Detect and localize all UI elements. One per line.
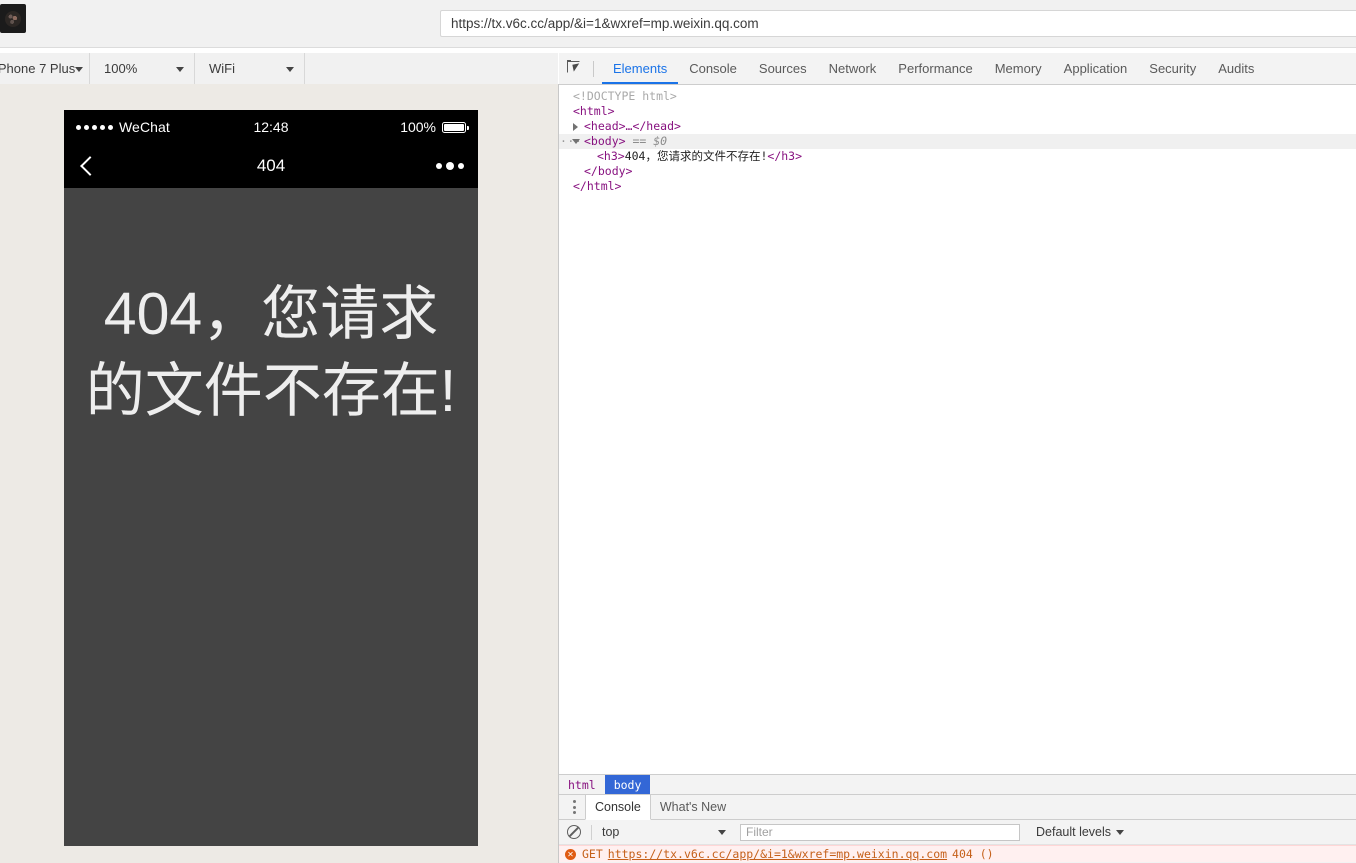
tab-security[interactable]: Security bbox=[1138, 53, 1207, 84]
dom-head-collapsed: <head>…</head> bbox=[584, 119, 681, 133]
status-bar-right: 100% bbox=[400, 119, 469, 135]
phone-page-body: 404，您请求的文件不存在! bbox=[64, 188, 478, 846]
battery-icon bbox=[442, 121, 469, 133]
dom-row[interactable]: </html> bbox=[559, 179, 1356, 194]
chevron-down-icon bbox=[75, 66, 83, 72]
dom-html-close: </html> bbox=[573, 179, 622, 193]
dom-row[interactable]: <html> bbox=[559, 104, 1356, 119]
phone-nav-bar: 404 bbox=[64, 144, 478, 188]
dom-body-marker: == $0 bbox=[632, 134, 668, 148]
console-error-url[interactable]: https://tx.v6c.cc/app/&i=1&wxref=mp.weix… bbox=[608, 847, 947, 861]
drawer-tab-console[interactable]: Console bbox=[585, 795, 651, 820]
dom-row[interactable]: <h3>404，您请求的文件不存在!</h3> bbox=[559, 149, 1356, 164]
dom-tree: <!DOCTYPE html> <html> <head>…</head> ··… bbox=[559, 85, 1356, 763]
chevron-down-icon bbox=[176, 66, 184, 72]
device-toolbar-spacer bbox=[305, 53, 558, 84]
inspect-element-icon[interactable] bbox=[566, 60, 585, 77]
console-error-status: 404 () bbox=[952, 847, 994, 861]
tab-console[interactable]: Console bbox=[678, 53, 748, 84]
console-context-label: top bbox=[602, 825, 620, 839]
chevron-down-icon bbox=[286, 66, 294, 72]
tab-elements[interactable]: Elements bbox=[602, 53, 679, 84]
tab-network[interactable]: Network bbox=[818, 53, 888, 84]
dom-row[interactable]: <head>…</head> bbox=[559, 119, 1356, 134]
page-title: 404 bbox=[256, 156, 286, 175]
console-error-method: GET bbox=[582, 847, 603, 861]
more-options-icon[interactable] bbox=[563, 795, 585, 819]
battery-percent-label: 100% bbox=[400, 119, 436, 135]
toolbar-divider bbox=[591, 824, 592, 840]
device-select-label: iPhone 7 Plus bbox=[0, 61, 76, 76]
error-icon: ✕ bbox=[565, 848, 576, 860]
tab-memory[interactable]: Memory bbox=[984, 53, 1053, 84]
more-menu-icon[interactable] bbox=[436, 162, 464, 170]
tab-sources[interactable]: Sources bbox=[748, 53, 818, 84]
zoom-select[interactable]: 100% bbox=[90, 53, 195, 84]
dom-body-open: <body> bbox=[584, 134, 626, 148]
site-favicon bbox=[0, 4, 26, 33]
console-levels-select[interactable]: Default levels bbox=[1036, 825, 1125, 839]
phone-viewport: WeChat 12:48 100% 404 404，您请求的文件不存在! bbox=[64, 110, 478, 846]
error-heading: 404，您请求的文件不存在! bbox=[85, 281, 457, 424]
tab-audits[interactable]: Audits bbox=[1207, 53, 1265, 84]
browser-toolbar: https://tx.v6c.cc/app/&i=1&wxref=mp.weix… bbox=[0, 0, 1356, 48]
address-bar[interactable]: https://tx.v6c.cc/app/&i=1&wxref=mp.weix… bbox=[440, 10, 1356, 37]
network-throttle-label: WiFi bbox=[209, 61, 235, 76]
screen-root: https://tx.v6c.cc/app/&i=1&wxref=mp.weix… bbox=[0, 0, 1356, 863]
devtools-panel: Elements Console Sources Network Perform… bbox=[559, 53, 1356, 863]
dom-h3-close: </h3> bbox=[767, 149, 803, 163]
console-filter-placeholder: Filter bbox=[746, 825, 773, 839]
address-bar-url: https://tx.v6c.cc/app/&i=1&wxref=mp.weix… bbox=[451, 16, 759, 31]
breadcrumb: html body bbox=[559, 774, 1356, 795]
drawer-tab-whats-new[interactable]: What's New bbox=[651, 795, 735, 819]
dom-html-open: <html> bbox=[573, 104, 615, 118]
devtools-drawer: Console What's New top Filter Default le… bbox=[559, 794, 1356, 863]
chevron-down-icon bbox=[1116, 829, 1125, 835]
tab-performance[interactable]: Performance bbox=[887, 53, 983, 84]
breadcrumb-item-body[interactable]: body bbox=[604, 775, 651, 795]
favicon-glyph bbox=[5, 10, 21, 27]
clear-console-icon[interactable] bbox=[567, 825, 581, 839]
console-filter-input[interactable]: Filter bbox=[740, 823, 1020, 841]
dom-h3-text: 404，您请求的文件不存在! bbox=[624, 149, 768, 163]
console-error-row[interactable]: ✕ GET https://tx.v6c.cc/app/&i=1&wxref=m… bbox=[559, 845, 1356, 862]
device-emulation-toolbar: iPhone 7 Plus 100% WiFi bbox=[0, 53, 558, 85]
device-select[interactable]: iPhone 7 Plus bbox=[0, 53, 90, 84]
console-levels-label: Default levels bbox=[1036, 825, 1112, 839]
network-throttle-select[interactable]: WiFi bbox=[195, 53, 305, 84]
dom-row[interactable]: <!DOCTYPE html> bbox=[559, 89, 1356, 104]
phone-status-bar: WeChat 12:48 100% bbox=[64, 110, 478, 144]
chevron-right-icon[interactable] bbox=[573, 123, 578, 131]
console-context-select[interactable]: top bbox=[602, 825, 734, 839]
dom-row[interactable]: </body> bbox=[559, 164, 1356, 179]
dom-doctype: <!DOCTYPE html> bbox=[573, 89, 677, 103]
chevron-down-icon bbox=[718, 830, 726, 835]
toolbar-divider bbox=[593, 60, 594, 77]
console-toolbar: top Filter Default levels bbox=[559, 820, 1356, 845]
breadcrumb-item-html[interactable]: html bbox=[559, 775, 605, 795]
zoom-select-label: 100% bbox=[104, 61, 138, 76]
dom-body-close: </body> bbox=[584, 164, 633, 178]
drawer-tabbar: Console What's New bbox=[559, 795, 1356, 820]
chevron-down-icon[interactable] bbox=[572, 139, 580, 148]
devtools-tabbar: Elements Console Sources Network Perform… bbox=[559, 53, 1356, 85]
device-viewport-area: WeChat 12:48 100% 404 404，您请求的文件不存在! bbox=[0, 84, 559, 863]
tab-application[interactable]: Application bbox=[1053, 53, 1139, 84]
dom-h3-open: <h3> bbox=[597, 149, 625, 163]
dom-row[interactable]: ··· <body> == $0 bbox=[559, 134, 1356, 149]
